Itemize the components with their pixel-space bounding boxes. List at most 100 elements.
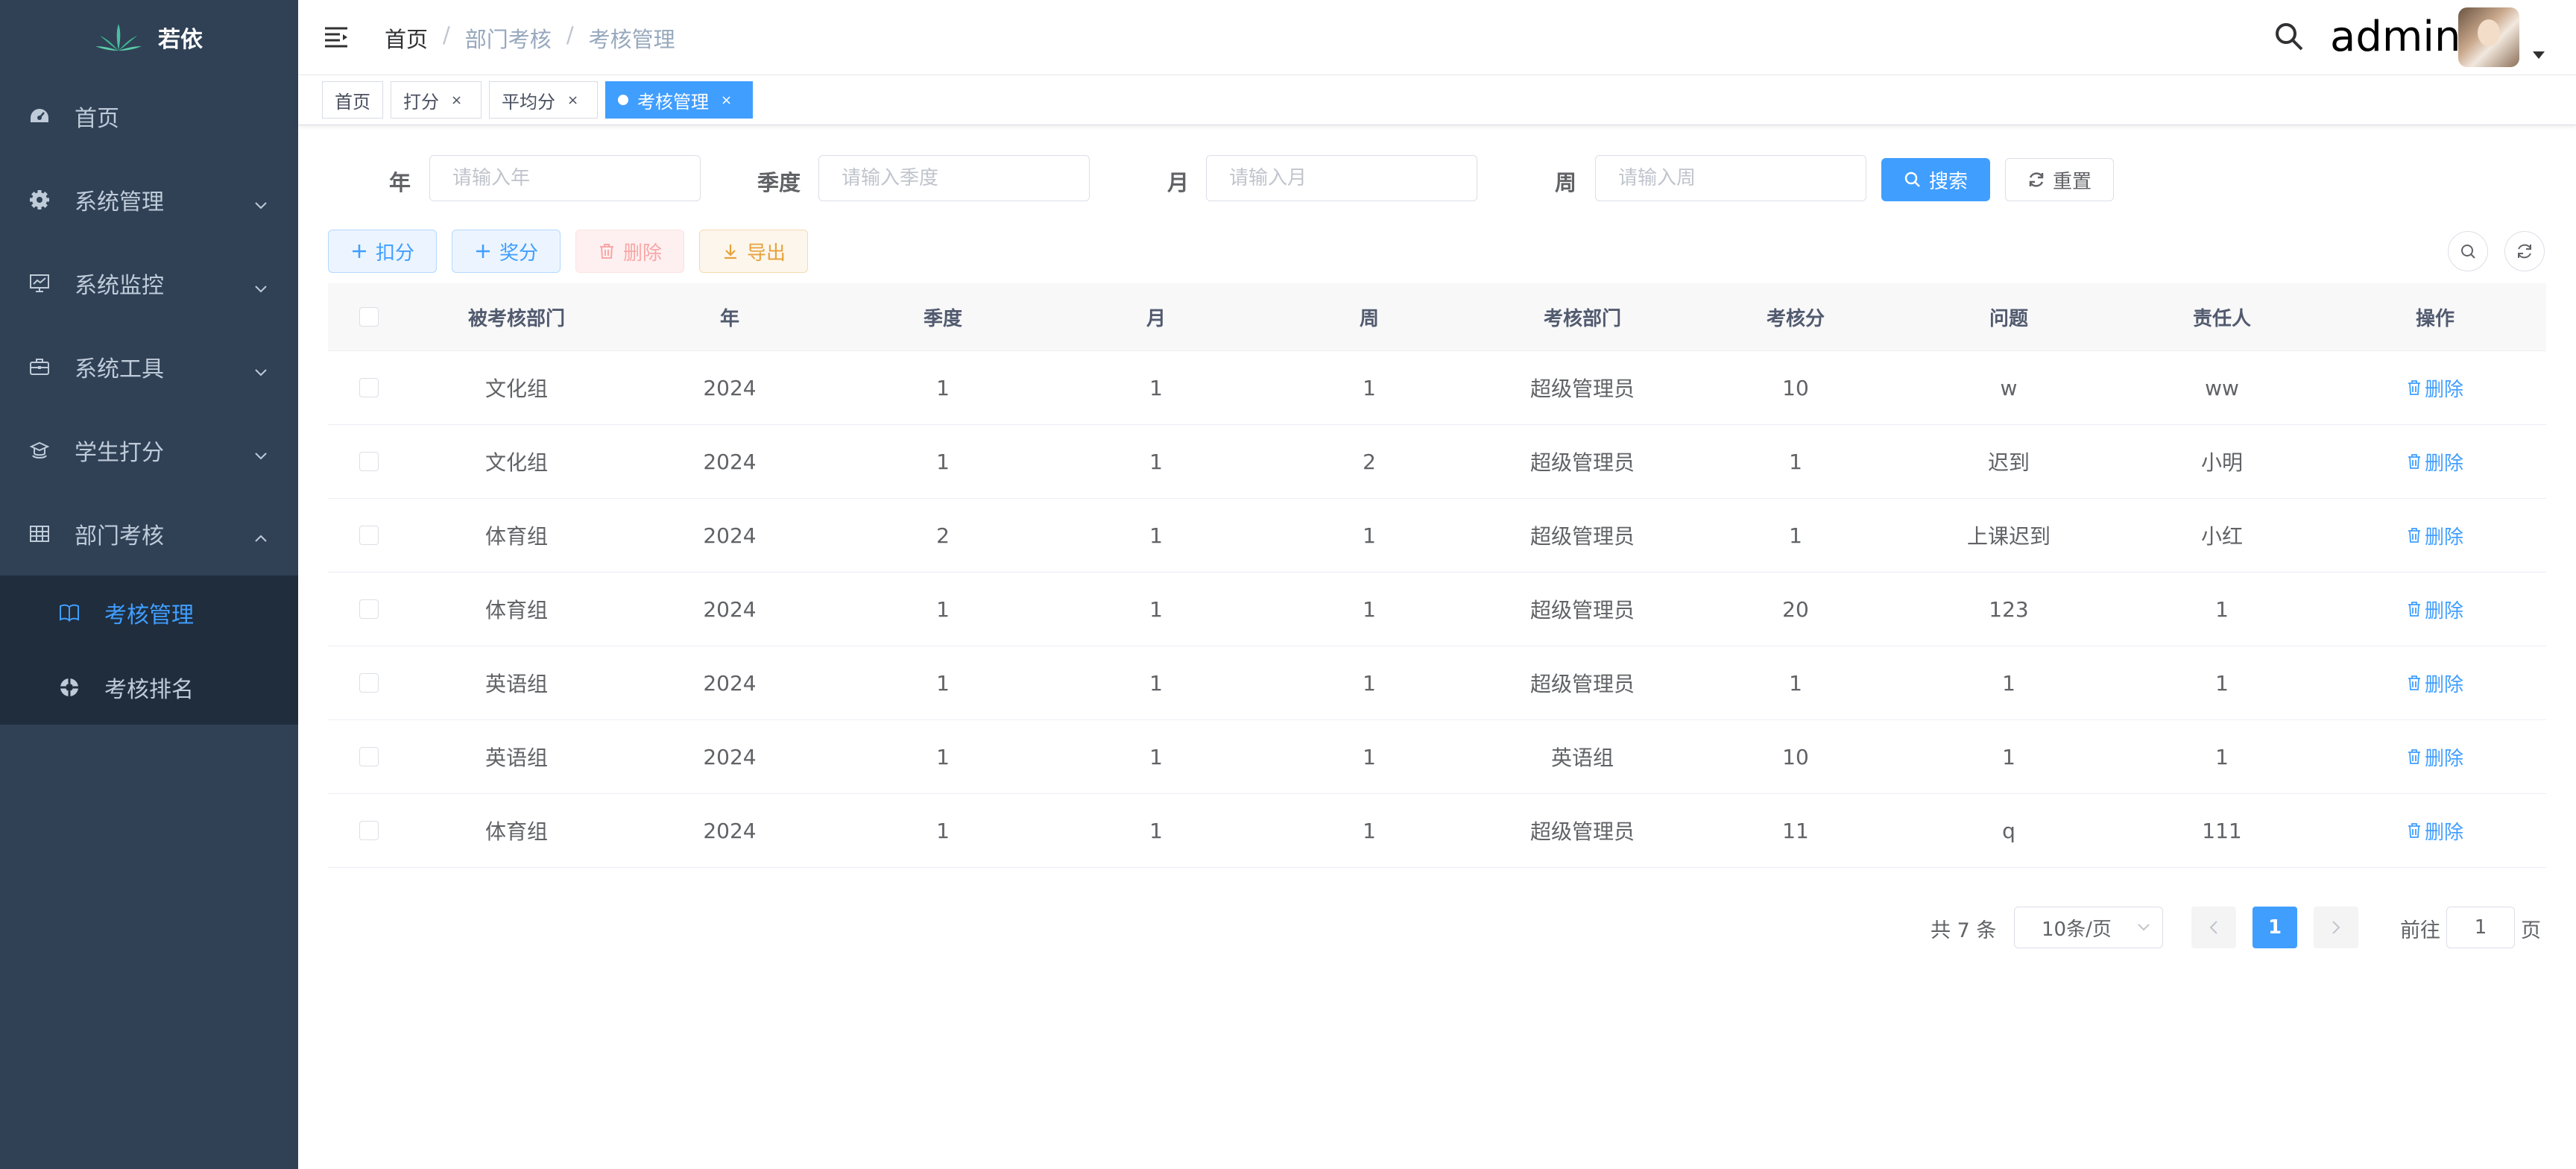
table-cell: 超级管理员: [1530, 450, 1635, 475]
row-delete-link[interactable]: 删除: [2407, 817, 2463, 845]
sidebar-item-student-score[interactable]: 学生打分: [0, 409, 298, 492]
header-cell: 问题: [1989, 307, 2028, 330]
table-cell: 20: [1782, 596, 1809, 622]
table-row: 英语组 2024 1 1 1 英语组 10 1 1 删除: [328, 720, 2546, 794]
table-cell: 迟到: [1987, 450, 2030, 475]
row-delete-link[interactable]: 删除: [2407, 596, 2463, 623]
goto-page-input[interactable]: [2446, 907, 2515, 948]
row-checkbox[interactable]: [359, 747, 379, 766]
table-cell: 超级管理员: [1530, 376, 1635, 401]
table-cell: 上课迟到: [1966, 524, 2051, 549]
page-number-button[interactable]: 1: [2253, 907, 2297, 948]
reset-button-label: 重置: [2052, 170, 2092, 193]
avatar[interactable]: [2458, 7, 2519, 67]
breadcrumb: 首页 / 部门考核 / 考核管理: [385, 22, 675, 54]
close-icon[interactable]: ×: [567, 92, 578, 108]
search-icon: [2461, 245, 2475, 259]
username[interactable]: admin: [2330, 9, 2460, 66]
row-checkbox[interactable]: [359, 821, 379, 840]
year-input[interactable]: [429, 155, 701, 201]
row-checkbox[interactable]: [359, 599, 379, 619]
row-delete-link[interactable]: 删除: [2407, 669, 2463, 697]
header-cell: 考核分: [1766, 307, 1825, 330]
table-cell: 超级管理员: [1530, 524, 1635, 549]
sidebar-item-assessment-ranking[interactable]: 考核排名: [0, 650, 298, 725]
sidebar-item-home[interactable]: 首页: [0, 75, 298, 158]
sidebar-item-assessment-management[interactable]: 考核管理: [0, 576, 298, 650]
breadcrumb-dept-assessment: 部门考核: [464, 27, 552, 52]
table-cell: 1: [936, 744, 950, 769]
plus-icon: [476, 245, 490, 258]
row-checkbox[interactable]: [359, 452, 379, 471]
delete-button[interactable]: 删除: [575, 230, 684, 273]
week-input[interactable]: [1595, 155, 1866, 201]
quarter-input[interactable]: [818, 155, 1090, 201]
close-icon[interactable]: ×: [721, 92, 732, 108]
month-input[interactable]: [1206, 155, 1477, 201]
table-cell: 1: [1363, 375, 1376, 400]
student-icon: [28, 439, 51, 461]
table-cell: 体育组: [484, 598, 548, 623]
table-cell: 文化组: [484, 450, 548, 475]
caret-down-icon[interactable]: [2533, 48, 2545, 59]
sidebar-item-monitor[interactable]: 系统监控: [0, 242, 298, 325]
table-cell: 1: [936, 449, 950, 474]
logo[interactable]: 若依: [0, 0, 298, 75]
table-cell: 1: [936, 670, 950, 696]
breadcrumb-assessment-management: 考核管理: [588, 27, 675, 52]
select-all-checkbox[interactable]: [359, 307, 379, 327]
tag-score[interactable]: 打分 ×: [391, 81, 482, 119]
row-delete-link[interactable]: 删除: [2407, 522, 2463, 549]
sidebar-item-label: 学生打分: [75, 440, 164, 466]
search-icon[interactable]: [2273, 21, 2305, 52]
row-checkbox[interactable]: [359, 378, 379, 397]
search-button[interactable]: 搜索: [1881, 158, 1990, 201]
row-delete-label: 删除: [2424, 599, 2463, 623]
export-button[interactable]: 导出: [699, 230, 808, 273]
row-checkbox[interactable]: [359, 673, 379, 693]
pagination-total: 共 7 条: [1931, 919, 1997, 942]
row-delete-link[interactable]: 删除: [2407, 374, 2463, 402]
table-header: 被考核部门 年 季度 月 周 考核部门 考核分 问题 责任人 操作: [328, 283, 2546, 351]
table-cell: 2: [936, 523, 950, 548]
row-select-cell: [328, 673, 410, 693]
table-row: 体育组 2024 2 1 1 超级管理员 1 上课迟到 小红 删除: [328, 499, 2546, 573]
chevron-up-icon: [253, 526, 268, 542]
chevron-left-icon: [2209, 921, 2217, 934]
page-size-select[interactable]: 10条/页: [2014, 907, 2163, 948]
row-delete-link[interactable]: 删除: [2407, 448, 2463, 476]
reward-button[interactable]: 奖分: [452, 230, 561, 273]
tag-label: 打分: [403, 91, 439, 113]
table-cell: 文化组: [484, 376, 548, 401]
deduct-button[interactable]: 扣分: [328, 230, 437, 273]
row-checkbox[interactable]: [359, 526, 379, 545]
sidebar-item-system[interactable]: 系统管理: [0, 158, 298, 242]
chevron-down-icon: [253, 359, 268, 376]
row-select-cell: [328, 821, 410, 840]
close-icon[interactable]: ×: [451, 92, 462, 108]
table-cell: 1: [1149, 596, 1163, 622]
sidebar-item-label: 系统工具: [75, 356, 164, 382]
breadcrumb-home[interactable]: 首页: [385, 22, 428, 54]
table-cell: 2024: [703, 670, 757, 696]
header-cell: 考核部门: [1543, 307, 1621, 330]
table-cell: 1: [1363, 744, 1376, 769]
tag-home[interactable]: 首页: [322, 81, 383, 119]
row-delete-label: 删除: [2424, 747, 2463, 770]
table-cell: 小红: [2200, 524, 2243, 549]
table-cell: 1: [1789, 670, 1802, 696]
tag-label: 平均分: [502, 91, 555, 113]
toggle-search-button[interactable]: [2448, 231, 2488, 271]
hamburger-icon[interactable]: [323, 25, 349, 50]
row-delete-link[interactable]: 删除: [2407, 743, 2463, 771]
tag-assessment-management[interactable]: 考核管理 ×: [605, 81, 753, 119]
reset-button[interactable]: 重置: [2005, 158, 2114, 201]
refresh-button[interactable]: [2504, 231, 2545, 271]
sidebar-item-dept-assessment[interactable]: 部门考核: [0, 492, 298, 576]
next-page-button[interactable]: [2314, 907, 2358, 948]
table-cell: 1: [1363, 596, 1376, 622]
sidebar-item-tools[interactable]: 系统工具: [0, 325, 298, 409]
sidebar-item-label: 考核排名: [104, 677, 194, 703]
tag-average[interactable]: 平均分 ×: [489, 81, 598, 119]
prev-page-button[interactable]: [2191, 907, 2236, 948]
